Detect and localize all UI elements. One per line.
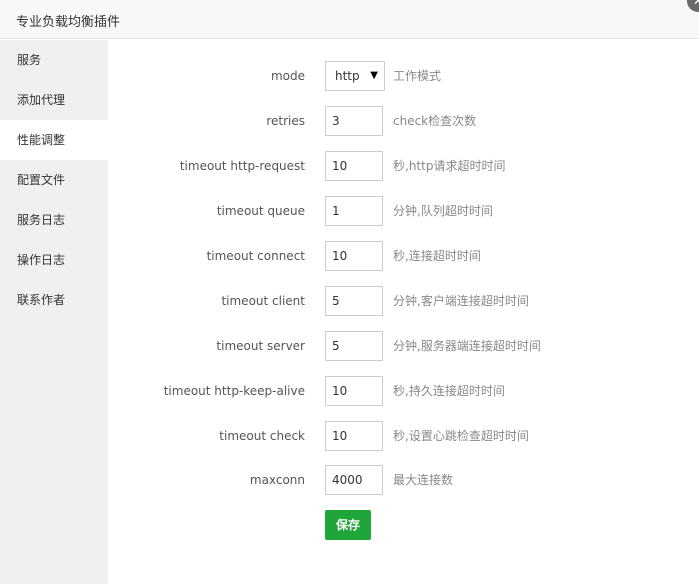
mode-hint: 工作模式: [393, 69, 442, 83]
timeout-http-keep-alive-hint: 秒,持久连接超时时间: [393, 384, 505, 398]
form-row-mode: mode http ▼ 工作模式: [108, 61, 699, 91]
sidebar: 服务 添加代理 性能调整 配置文件 服务日志 操作日志 联系作者: [0, 40, 108, 584]
timeout-http-request-label: timeout http-request: [179, 159, 305, 173]
timeout-server-hint: 分钟,服务器端连接超时时间: [393, 339, 541, 353]
timeout-server-label: timeout server: [216, 339, 305, 353]
form-row-maxconn: maxconn 4000 最大连接数: [108, 465, 699, 495]
timeout-http-request-hint: 秒,http请求超时时间: [393, 159, 506, 173]
maxconn-label: maxconn: [249, 473, 305, 487]
caret-down-icon: ▼: [370, 70, 378, 81]
form-row-timeout-http-request: timeout http-request 10 秒,http请求超时时间: [108, 151, 699, 181]
timeout-check-hint: 秒,设置心跳检查超时时间: [393, 429, 529, 443]
dialog-titlebar: 专业负载均衡插件: [0, 0, 699, 39]
sidebar-item-service[interactable]: 服务: [0, 40, 108, 80]
settings-form: mode http ▼ 工作模式 retries 3 check检查次数 tim…: [108, 40, 699, 584]
timeout-queue-input[interactable]: 1: [325, 196, 383, 226]
retries-input[interactable]: 3: [325, 106, 383, 136]
retries-hint: check检查次数: [393, 114, 477, 128]
form-row-timeout-server: timeout server 5 分钟,服务器端连接超时时间: [108, 331, 699, 361]
mode-select-value: http: [335, 69, 360, 83]
form-row-timeout-http-keep-alive: timeout http-keep-alive 10 秒,持久连接超时时间: [108, 376, 699, 406]
timeout-connect-input[interactable]: 10: [325, 241, 383, 271]
timeout-queue-label: timeout queue: [216, 204, 305, 218]
sidebar-item-contact-author[interactable]: 联系作者: [0, 280, 108, 320]
timeout-http-request-input[interactable]: 10: [325, 151, 383, 181]
timeout-connect-hint: 秒,连接超时时间: [393, 249, 481, 263]
timeout-http-keep-alive-label: timeout http-keep-alive: [163, 384, 305, 398]
sidebar-item-add-proxy[interactable]: 添加代理: [0, 80, 108, 120]
mode-label: mode: [270, 69, 305, 83]
timeout-client-input[interactable]: 5: [325, 286, 383, 316]
timeout-check-label: timeout check: [219, 429, 305, 443]
sidebar-item-label: 联系作者: [17, 293, 66, 307]
sidebar-item-config-file[interactable]: 配置文件: [0, 160, 108, 200]
retries-label: retries: [266, 114, 305, 128]
sidebar-item-label: 服务: [17, 53, 42, 67]
maxconn-hint: 最大连接数: [393, 473, 454, 487]
sidebar-item-label: 配置文件: [17, 173, 66, 187]
maxconn-input[interactable]: 4000: [325, 465, 383, 495]
sidebar-item-performance[interactable]: 性能调整: [0, 120, 108, 160]
timeout-check-input[interactable]: 10: [325, 421, 383, 451]
timeout-http-keep-alive-input[interactable]: 10: [325, 376, 383, 406]
timeout-client-hint: 分钟,客户端连接超时时间: [393, 294, 529, 308]
sidebar-item-operation-log[interactable]: 操作日志: [0, 240, 108, 280]
timeout-server-input[interactable]: 5: [325, 331, 383, 361]
mode-select[interactable]: http ▼: [325, 61, 385, 91]
form-row-timeout-queue: timeout queue 1 分钟,队列超时时间: [108, 196, 699, 226]
sidebar-item-label: 服务日志: [17, 213, 66, 227]
sidebar-item-label: 添加代理: [17, 93, 66, 107]
sidebar-item-service-log[interactable]: 服务日志: [0, 200, 108, 240]
form-row-timeout-connect: timeout connect 10 秒,连接超时时间: [108, 241, 699, 271]
timeout-queue-hint: 分钟,队列超时时间: [393, 204, 493, 218]
timeout-client-label: timeout client: [221, 294, 305, 308]
form-row-timeout-check: timeout check 10 秒,设置心跳检查超时时间: [108, 421, 699, 451]
timeout-connect-label: timeout connect: [206, 249, 305, 263]
plugin-dialog: 专业负载均衡插件 ✕ 服务 添加代理 性能调整 配置文件 服务日志 操作日志 联…: [0, 0, 699, 584]
form-row-timeout-client: timeout client 5 分钟,客户端连接超时时间: [108, 286, 699, 316]
sidebar-item-label: 操作日志: [17, 253, 66, 267]
sidebar-item-label: 性能调整: [17, 133, 66, 147]
dialog-title: 专业负载均衡插件: [16, 15, 121, 30]
save-button[interactable]: 保存: [325, 510, 371, 540]
form-row-retries: retries 3 check检查次数: [108, 106, 699, 136]
